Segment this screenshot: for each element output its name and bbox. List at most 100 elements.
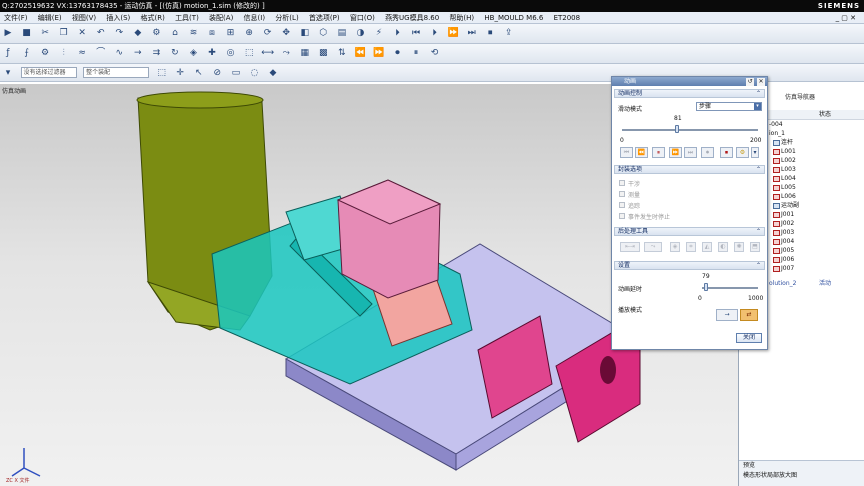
post-tool-export-icon[interactable]: ⬒ (750, 242, 760, 252)
gear-coupler-icon[interactable]: ⚙ (38, 46, 52, 60)
rotate-icon[interactable]: ⟳ (261, 26, 275, 40)
solver-icon[interactable]: ⚡ (372, 26, 386, 40)
menu-hb-mould[interactable]: HB_MOULD M6.6 (484, 14, 543, 22)
curve-on-curve-icon[interactable]: ∿ (112, 46, 126, 60)
menu-analysis[interactable]: 分析(L) (275, 14, 298, 22)
last-frame-icon[interactable]: ⏭ (465, 26, 479, 40)
show-hide-icon[interactable]: ◑ (353, 26, 367, 40)
trace-checkbox[interactable] (619, 202, 625, 208)
loop-icon[interactable]: ⟲ (428, 46, 442, 60)
step-forward-button[interactable]: ⏩ (669, 147, 682, 158)
menu-yanxiu[interactable]: 燕秀UG模具8.60 (385, 14, 439, 22)
menu-preferences[interactable]: 首选项(P) (309, 14, 340, 22)
menu-format[interactable]: 格式(R) (141, 14, 165, 22)
menu-edit[interactable]: 编辑(E) (38, 14, 62, 22)
delay-slider-track[interactable] (702, 287, 758, 289)
torque-icon[interactable]: ↻ (168, 46, 182, 60)
window-controls[interactable]: _ ▢ ✕ (836, 12, 856, 24)
record-button[interactable]: ⏺ (701, 147, 714, 158)
interference-checkbox[interactable] (619, 180, 625, 186)
section-post-tools[interactable]: 后处理工具 ⌃ (614, 227, 765, 236)
box-select-icon[interactable]: ▭ (229, 66, 243, 80)
measure-checkbox[interactable] (619, 191, 625, 197)
delay-slider-thumb[interactable] (704, 283, 709, 291)
menu-insert[interactable]: 插入(S) (106, 14, 130, 22)
fit-icon[interactable]: ⊞ (224, 26, 238, 40)
slide-mode-select[interactable]: 步骤 ▾ (696, 102, 762, 111)
stop-icon[interactable]: ⏹ (483, 26, 497, 40)
pause-icon[interactable]: ⏸ (409, 46, 423, 60)
interference-icon[interactable]: ⬚ (242, 46, 256, 60)
step-forward-icon[interactable]: ⏩ (372, 46, 386, 60)
menu-window[interactable]: 窗口(O) (350, 14, 375, 22)
mode-shape-panel[interactable]: 模态形状局部放大图 (739, 471, 864, 481)
pause-button[interactable]: ⏸ (652, 147, 665, 158)
undo-icon[interactable]: ↶ (94, 26, 108, 40)
section-package-options[interactable]: 封装选项 ⌃ (614, 165, 765, 174)
first-frame-icon[interactable]: ⏮ (409, 26, 423, 40)
menu-assembly[interactable]: 装配(A) (209, 14, 233, 22)
fast-forward-end-button[interactable]: ⏭ (684, 147, 697, 158)
contact-icon[interactable]: ◈ (186, 46, 200, 60)
scope-combo[interactable]: 整个装配 (83, 67, 150, 78)
menu-file[interactable]: 文件(F) (4, 14, 28, 22)
pan-icon[interactable]: ✥ (279, 26, 293, 40)
deselect-icon[interactable]: ⊘ (210, 66, 224, 80)
function-manager-icon[interactable]: ⨍ (20, 46, 34, 60)
select-icon[interactable]: ↖ (192, 66, 206, 80)
lasso-icon[interactable]: ◌ (247, 66, 261, 80)
post-tool-explode-icon[interactable]: ◈ (670, 242, 680, 252)
marker-icon[interactable]: ✚ (205, 46, 219, 60)
animation-icon[interactable]: ⏵ (390, 26, 404, 40)
menu-view[interactable]: 视图(V) (72, 14, 96, 22)
delete-icon[interactable]: ✕ (75, 26, 89, 40)
play-reverse-icon[interactable]: ⇄ (740, 309, 758, 321)
render-icon[interactable]: ◆ (266, 66, 280, 80)
fx-icon[interactable]: ƒ (1, 46, 15, 60)
scalar-force-icon[interactable]: → (131, 46, 145, 60)
reset-icon[interactable]: ↺ (746, 78, 755, 86)
stop-on-event-checkbox[interactable] (619, 213, 625, 219)
snap-point-icon[interactable]: ✛ (173, 66, 187, 80)
save-icon[interactable]: ■ (20, 26, 34, 40)
col-status[interactable]: 状态 (819, 110, 831, 120)
trace-icon[interactable]: ⤳ (279, 46, 293, 60)
menu-help[interactable]: 帮助(H) (449, 14, 474, 22)
menu-arrow-icon[interactable]: ▾ (1, 66, 15, 80)
close-button[interactable]: 关闭 (736, 333, 762, 343)
post-tool-gear-icon[interactable]: ✺ (734, 242, 744, 252)
section-settings[interactable]: 设置 ⌃ (614, 261, 765, 270)
joint-icon[interactable]: ⚙ (149, 26, 163, 40)
settings-button[interactable]: ⚙ (736, 147, 749, 158)
post-tool-trace-icon[interactable]: ⤳ (644, 242, 662, 252)
post-tool-wire-icon[interactable]: ⌗ (686, 242, 696, 252)
copy-icon[interactable]: ❐ (57, 26, 71, 40)
redo-icon[interactable]: ↷ (112, 26, 126, 40)
spreadsheet-icon[interactable]: ▩ (316, 46, 330, 60)
step-back-icon[interactable]: ⏪ (353, 46, 367, 60)
spring-icon[interactable]: ≋ (186, 26, 200, 40)
point-on-curve-icon[interactable]: ⌒ (94, 46, 108, 60)
step-back-button[interactable]: ⏪ (635, 147, 648, 158)
start-icon[interactable]: ▶ (1, 26, 15, 40)
preview-panel[interactable]: 预览 (739, 461, 864, 471)
view-orient-icon[interactable]: ⬡ (316, 26, 330, 40)
type-filter-combo[interactable]: 没有选择过滤器 (20, 67, 77, 78)
vector-force-icon[interactable]: ⇉ (149, 46, 163, 60)
play-icon[interactable]: ⏵ (428, 26, 442, 40)
load-transfer-icon[interactable]: ⇅ (335, 46, 349, 60)
sensor-icon[interactable]: ◎ (224, 46, 238, 60)
options-dropdown-button[interactable]: ▾ (751, 147, 759, 158)
damper-icon[interactable]: ⧈ (205, 26, 219, 40)
measure-icon[interactable]: ⟷ (261, 46, 275, 60)
zoom-icon[interactable]: ⊕ (242, 26, 256, 40)
export-icon[interactable]: ⇪ (502, 26, 516, 40)
connector-icon[interactable]: ⌂ (168, 26, 182, 40)
menu-info[interactable]: 信息(I) (244, 14, 266, 22)
rewind-start-button[interactable]: ⏮ (620, 147, 633, 158)
cable-icon[interactable]: ≈ (75, 46, 89, 60)
graph-icon[interactable]: ▦ (298, 46, 312, 60)
section-animation-control[interactable]: 动画控制 ⌃ (614, 89, 765, 98)
menu-tools[interactable]: 工具(T) (175, 14, 199, 22)
time-slider-track[interactable] (622, 129, 758, 131)
